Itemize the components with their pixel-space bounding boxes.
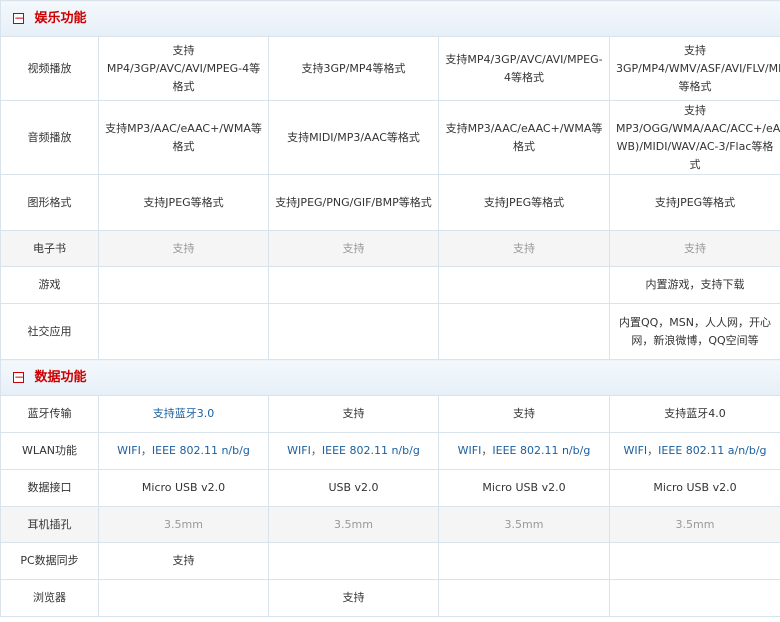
spec-cell	[268, 303, 439, 360]
spec-cell: 支持JPEG等格式	[98, 174, 269, 231]
spec-cell: 支持	[268, 230, 439, 267]
section-title: 娱乐功能	[34, 10, 87, 26]
spec-table: − 娱乐功能 视频播放 支持MP4/3GP/AVC/AVI/MPEG-4等格式 …	[0, 0, 780, 617]
spec-row-games: 游戏 内置游戏，支持下载	[0, 266, 780, 304]
spec-cell	[438, 303, 610, 360]
spec-row-social: 社交应用 内置QQ，MSN，人人网，开心网，新浪微博，QQ空间等	[0, 303, 780, 360]
spec-row-bluetooth: 蓝牙传输 支持蓝牙3.0 支持 支持 支持蓝牙4.0	[0, 395, 780, 433]
spec-row-ebook: 电子书 支持 支持 支持 支持	[0, 230, 780, 267]
spec-cell	[438, 579, 610, 617]
spec-cell	[608, 579, 780, 617]
spec-cell	[608, 542, 780, 580]
spec-row-image: 图形格式 支持JPEG等格式 支持JPEG/PNG/GIF/BMP等格式 支持J…	[0, 174, 780, 231]
spec-cell: Micro USB v2.0	[98, 469, 269, 507]
spec-cell: 3.5mm	[438, 506, 610, 543]
wifi-link[interactable]: WIFI	[623, 444, 647, 457]
spec-cell	[438, 266, 610, 304]
spec-cell: 支持蓝牙4.0	[608, 395, 780, 433]
spec-cell: 支持3GP/MP4/WMV/ASF/AVI/FLV/MKV/WebM等格式	[608, 36, 780, 101]
spec-cell	[98, 303, 269, 360]
spec-row-audio: 音频播放 支持MP3/AAC/eAAC+/WMA等格式 支持MIDI/MP3/A…	[0, 100, 780, 175]
spec-cell: 支持	[98, 542, 269, 580]
spec-cell: 支持	[268, 395, 439, 433]
spec-cell: USB v2.0	[268, 469, 439, 507]
spec-cell: 内置QQ，MSN，人人网，开心网，新浪微博，QQ空间等	[608, 303, 780, 360]
separator: ，	[140, 444, 152, 457]
spec-cell: WIFI，IEEE 802.11 n/b/g	[98, 432, 269, 470]
spec-row-wlan: WLAN功能 WIFI，IEEE 802.11 n/b/g WIFI，IEEE …	[0, 432, 780, 470]
spec-cell: 支持JPEG/PNG/GIF/BMP等格式	[268, 174, 439, 231]
spec-cell: 支持MP4/3GP/AVC/AVI/MPEG-4等格式	[98, 36, 269, 101]
spec-cell: 支持	[608, 230, 780, 267]
separator: ，	[481, 444, 493, 457]
spec-row-headphone: 耳机插孔 3.5mm 3.5mm 3.5mm 3.5mm	[0, 506, 780, 543]
row-label: 浏览器	[0, 579, 99, 617]
spec-cell: 支持MP3/OGG/WMA/AAC/ACC+/eAAC+/AMR(NB，WB)/…	[608, 100, 780, 175]
row-label: WLAN功能	[0, 432, 99, 470]
section-header-data[interactable]: − 数据功能	[0, 359, 780, 396]
spec-row-dataport: 数据接口 Micro USB v2.0 USB v2.0 Micro USB v…	[0, 469, 780, 507]
wlan-standard[interactable]: IEEE 802.11 n/b/g	[322, 444, 420, 457]
section-title: 数据功能	[34, 369, 87, 385]
spec-cell: 支持JPEG等格式	[438, 174, 610, 231]
row-label: 视频播放	[0, 36, 99, 101]
row-label: 社交应用	[0, 303, 99, 360]
row-label: 耳机插孔	[0, 506, 99, 543]
spec-cell: WIFI，IEEE 802.11 n/b/g	[438, 432, 610, 470]
row-label: 蓝牙传输	[0, 395, 99, 433]
spec-cell: 支持MP3/AAC/eAAC+/WMA等格式	[98, 100, 269, 175]
wifi-link[interactable]: WIFI	[287, 444, 311, 457]
spec-cell: 支持JPEG等格式	[608, 174, 780, 231]
spec-row-video: 视频播放 支持MP4/3GP/AVC/AVI/MPEG-4等格式 支持3GP/M…	[0, 36, 780, 101]
spec-cell: 支持	[438, 230, 610, 267]
spec-cell: WIFI，IEEE 802.11 a/n/b/g	[608, 432, 780, 470]
wlan-standard[interactable]: IEEE 802.11 a/n/b/g	[658, 444, 766, 457]
row-label: 游戏	[0, 266, 99, 304]
separator: ，	[647, 444, 659, 457]
wlan-standard[interactable]: IEEE 802.11 n/b/g	[152, 444, 250, 457]
spec-cell	[438, 542, 610, 580]
collapse-icon[interactable]: −	[13, 12, 24, 24]
spec-cell	[98, 266, 269, 304]
spec-cell: 支持MIDI/MP3/AAC等格式	[268, 100, 439, 175]
separator: ，	[310, 444, 322, 457]
spec-cell: 内置游戏，支持下载	[608, 266, 780, 304]
spec-cell: 3.5mm	[98, 506, 269, 543]
spec-cell: 3.5mm	[268, 506, 439, 543]
spec-cell	[268, 542, 439, 580]
spec-cell: 支持MP3/AAC/eAAC+/WMA等格式	[438, 100, 610, 175]
spec-cell: 支持	[268, 579, 439, 617]
spec-cell-link[interactable]: 支持蓝牙3.0	[98, 395, 269, 433]
spec-row-pcsync: PC数据同步 支持	[0, 542, 780, 580]
row-label: 数据接口	[0, 469, 99, 507]
spec-cell: 3.5mm	[608, 506, 780, 543]
spec-cell	[98, 579, 269, 617]
spec-cell	[268, 266, 439, 304]
spec-cell: 支持3GP/MP4等格式	[268, 36, 439, 101]
row-label: 图形格式	[0, 174, 99, 231]
spec-row-browser: 浏览器 支持	[0, 579, 780, 617]
spec-cell: WIFI，IEEE 802.11 n/b/g	[268, 432, 439, 470]
spec-cell: 支持MP4/3GP/AVC/AVI/MPEG-4等格式	[438, 36, 610, 101]
spec-cell: 支持	[438, 395, 610, 433]
wifi-link[interactable]: WIFI	[117, 444, 141, 457]
row-label: 电子书	[0, 230, 99, 267]
section-header-entertainment[interactable]: − 娱乐功能	[0, 0, 780, 37]
row-label: PC数据同步	[0, 542, 99, 580]
row-label: 音频播放	[0, 100, 99, 175]
spec-cell: 支持	[98, 230, 269, 267]
spec-cell: Micro USB v2.0	[608, 469, 780, 507]
collapse-icon[interactable]: −	[13, 371, 24, 383]
wifi-link[interactable]: WIFI	[458, 444, 482, 457]
wlan-standard[interactable]: IEEE 802.11 n/b/g	[492, 444, 590, 457]
spec-cell: Micro USB v2.0	[438, 469, 610, 507]
